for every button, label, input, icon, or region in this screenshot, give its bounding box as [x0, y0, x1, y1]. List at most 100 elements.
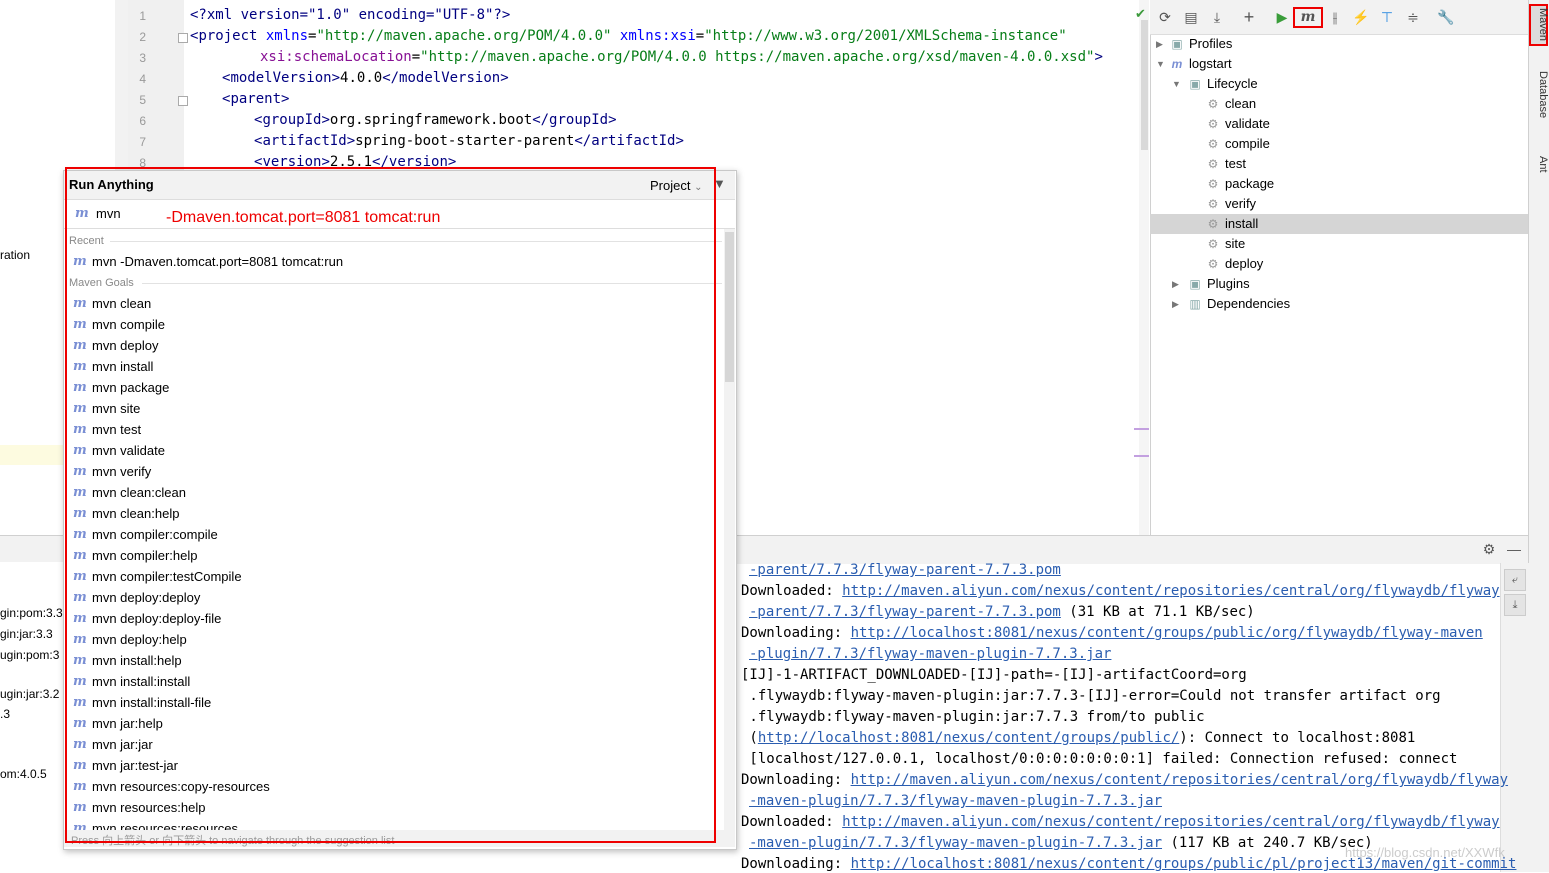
maven-goal-item[interactable]: m mvn test	[64, 419, 724, 440]
maven-goal-item[interactable]: m mvn resources:resources	[64, 818, 724, 830]
maven-goal-item[interactable]: m mvn install	[64, 356, 724, 377]
console-link[interactable]: http://localhost:8081/nexus/content/grou…	[758, 730, 1179, 746]
settings-wrench-icon[interactable]: 🔧	[1437, 8, 1455, 26]
console-link[interactable]: -plugin/7.7.3/flyway-maven-plugin-7.7.3.…	[749, 646, 1111, 662]
maven-goal-item[interactable]: m mvn clean	[64, 293, 724, 314]
console-link[interactable]: http://maven.aliyun.com/nexus/content/re…	[851, 772, 1508, 788]
maven-goal-item[interactable]: m mvn deploy:help	[64, 629, 724, 650]
scroll-to-end-icon[interactable]: ⤓	[1504, 594, 1526, 616]
maven-goal-item[interactable]: m mvn compile	[64, 314, 724, 335]
tree-item-dependencies[interactable]: ▶ ▥ Dependencies	[1150, 294, 1528, 314]
maven-tab[interactable]: Maven	[1528, 6, 1549, 44]
scope-dropdown[interactable]: Project ⌄	[650, 178, 702, 193]
tree-item-phase-validate[interactable]: ⚙ validate	[1150, 114, 1528, 134]
change-marker[interactable]	[1134, 455, 1149, 457]
item-label: mvn clean	[92, 296, 152, 311]
maven-goal-item[interactable]: m mvn clean:clean	[64, 482, 724, 503]
toggle-offline-icon[interactable]: ⫲	[1326, 8, 1344, 26]
collapse-arrow-icon[interactable]: ▼	[1156, 54, 1166, 74]
console-link[interactable]: -parent/7.7.3/flyway-parent-7.7.3.pom	[749, 562, 1061, 578]
tree-item-phase-test[interactable]: ⚙ test	[1150, 154, 1528, 174]
gear-icon[interactable]: ⚙	[1480, 540, 1498, 558]
maven-goal-item[interactable]: m mvn install:install-file	[64, 692, 724, 713]
tree-item-lifecycle[interactable]: ▼ ▣ Lifecycle	[1150, 74, 1528, 94]
console-link[interactable]: http://localhost:8081/nexus/content/grou…	[851, 625, 1483, 641]
change-marker[interactable]	[1134, 428, 1149, 430]
dependency-item[interactable]: ugin:jar:3.2	[0, 687, 59, 701]
maven-goal-item[interactable]: m mvn jar:help	[64, 713, 724, 734]
code-line-7[interactable]: <artifactId>spring-boot-starter-parent</…	[254, 133, 684, 149]
add-icon[interactable]: +	[1240, 8, 1258, 26]
run-icon[interactable]: ▶	[1273, 8, 1291, 26]
maven-goal-item[interactable]: m mvn deploy:deploy	[64, 587, 724, 608]
tree-item-phase-deploy[interactable]: ⚙ deploy	[1150, 254, 1528, 274]
tree-item-phase-package[interactable]: ⚙ package	[1150, 174, 1528, 194]
maven-goal-item[interactable]: m mvn resources:copy-resources	[64, 776, 724, 797]
tree-item-plugins[interactable]: ▶ ▣ Plugins	[1150, 274, 1528, 294]
maven-goal-item[interactable]: m mvn deploy	[64, 335, 724, 356]
code-line-5[interactable]: <parent>	[222, 91, 289, 107]
fold-marker-icon[interactable]	[178, 33, 188, 43]
dependency-item[interactable]: om:4.0.5	[0, 767, 47, 781]
ant-tab[interactable]: Ant	[1528, 146, 1549, 182]
dependency-item[interactable]: ugin:pom:3	[0, 648, 59, 662]
expand-arrow-icon[interactable]: ▶	[1172, 294, 1182, 314]
tree-item-phase-verify[interactable]: ⚙ verify	[1150, 194, 1528, 214]
tree-item-project[interactable]: ▼ m logstart	[1150, 54, 1528, 74]
expand-arrow-icon[interactable]: ▶	[1172, 274, 1182, 294]
maven-goal-item[interactable]: m mvn jar:jar	[64, 734, 724, 755]
maven-goal-item[interactable]: m mvn package	[64, 377, 724, 398]
maven-goal-item[interactable]: m mvn clean:help	[64, 503, 724, 524]
tree-item-phase-install[interactable]: ⚙ install	[1150, 214, 1528, 234]
skip-tests-icon[interactable]: ⚡	[1352, 8, 1370, 26]
inspection-ok-icon[interactable]: ✔	[1135, 6, 1146, 22]
soft-wrap-icon[interactable]: ⤶	[1504, 569, 1526, 591]
collapse-arrow-icon[interactable]: ▼	[1172, 74, 1182, 94]
minimize-icon[interactable]: —	[1505, 540, 1523, 558]
fold-marker-icon[interactable]	[178, 96, 188, 106]
recent-item[interactable]: m mvn -Dmaven.tomcat.port=8081 tomcat:run	[64, 251, 724, 272]
download-sources-icon[interactable]: ⤓	[1208, 8, 1226, 26]
tree-item-phase-site[interactable]: ⚙ site	[1150, 234, 1528, 254]
console-link[interactable]: -maven-plugin/7.7.3/flyway-maven-plugin-…	[749, 793, 1162, 809]
attr-value: "http://maven.apache.org/POM/4.0.0"	[316, 28, 612, 44]
maven-goal-item[interactable]: m mvn compiler:compile	[64, 524, 724, 545]
maven-goal-item[interactable]: m mvn resources:help	[64, 797, 724, 818]
console-link[interactable]: -maven-plugin/7.7.3/flyway-maven-plugin-…	[749, 835, 1162, 851]
reload-icon[interactable]: ⟳	[1156, 8, 1174, 26]
database-tab[interactable]: Database	[1528, 62, 1549, 128]
maven-goal-item[interactable]: m mvn install:install	[64, 671, 724, 692]
code-line-8[interactable]: <version>2.5.1</version>	[254, 154, 456, 170]
tree-item-phase-clean[interactable]: ⚙ clean	[1150, 94, 1528, 114]
console-link[interactable]: http://maven.aliyun.com/nexus/content/re…	[842, 583, 1499, 599]
dependency-item[interactable]: .3	[0, 707, 10, 721]
dependency-item[interactable]: gin:pom:3.3	[0, 606, 63, 620]
maven-goal-item[interactable]: m mvn site	[64, 398, 724, 419]
code-line-2[interactable]: <project xmlns="http://maven.apache.org/…	[190, 28, 1067, 44]
show-dependencies-icon[interactable]: ⊤	[1378, 8, 1396, 26]
collapse-all-icon[interactable]: ≑	[1404, 8, 1422, 26]
popup-scrollbar-thumb[interactable]	[725, 232, 734, 382]
dependency-item[interactable]: gin:jar:3.3	[0, 627, 53, 641]
code-line-4[interactable]: <modelVersion>4.0.0</modelVersion>	[222, 70, 509, 86]
maven-goal-item[interactable]: m mvn compiler:testCompile	[64, 566, 724, 587]
maven-goal-item[interactable]: m mvn jar:test-jar	[64, 755, 724, 776]
code-line-6[interactable]: <groupId>org.springframework.boot</group…	[254, 112, 617, 128]
console-link[interactable]: -parent/7.7.3/flyway-parent-7.7.3.pom	[749, 604, 1061, 620]
expand-arrow-icon[interactable]: ▶	[1156, 34, 1166, 54]
maven-goal-item[interactable]: m mvn verify	[64, 461, 724, 482]
maven-goal-item[interactable]: m mvn install:help	[64, 650, 724, 671]
tree-item-profiles[interactable]: ▶ ▣ Profiles	[1150, 34, 1528, 54]
code-line-1[interactable]: <?xml version="1.0" encoding="UTF-8"?>	[190, 7, 510, 23]
maven-icon: m	[73, 653, 87, 668]
filter-icon[interactable]: ▼	[713, 176, 726, 191]
maven-goal-item[interactable]: m mvn deploy:deploy-file	[64, 608, 724, 629]
command-input-value[interactable]: mvn	[96, 206, 121, 221]
editor-scrollbar-thumb[interactable]	[1141, 20, 1148, 150]
add-maven-project-icon[interactable]: ▤	[1182, 8, 1200, 26]
maven-goal-item[interactable]: m mvn validate	[64, 440, 724, 461]
tree-item-phase-compile[interactable]: ⚙ compile	[1150, 134, 1528, 154]
code-line-3[interactable]: xsi:schemaLocation="http://maven.apache.…	[260, 49, 1103, 65]
console-link[interactable]: http://maven.aliyun.com/nexus/content/re…	[842, 814, 1499, 830]
maven-goal-item[interactable]: m mvn compiler:help	[64, 545, 724, 566]
